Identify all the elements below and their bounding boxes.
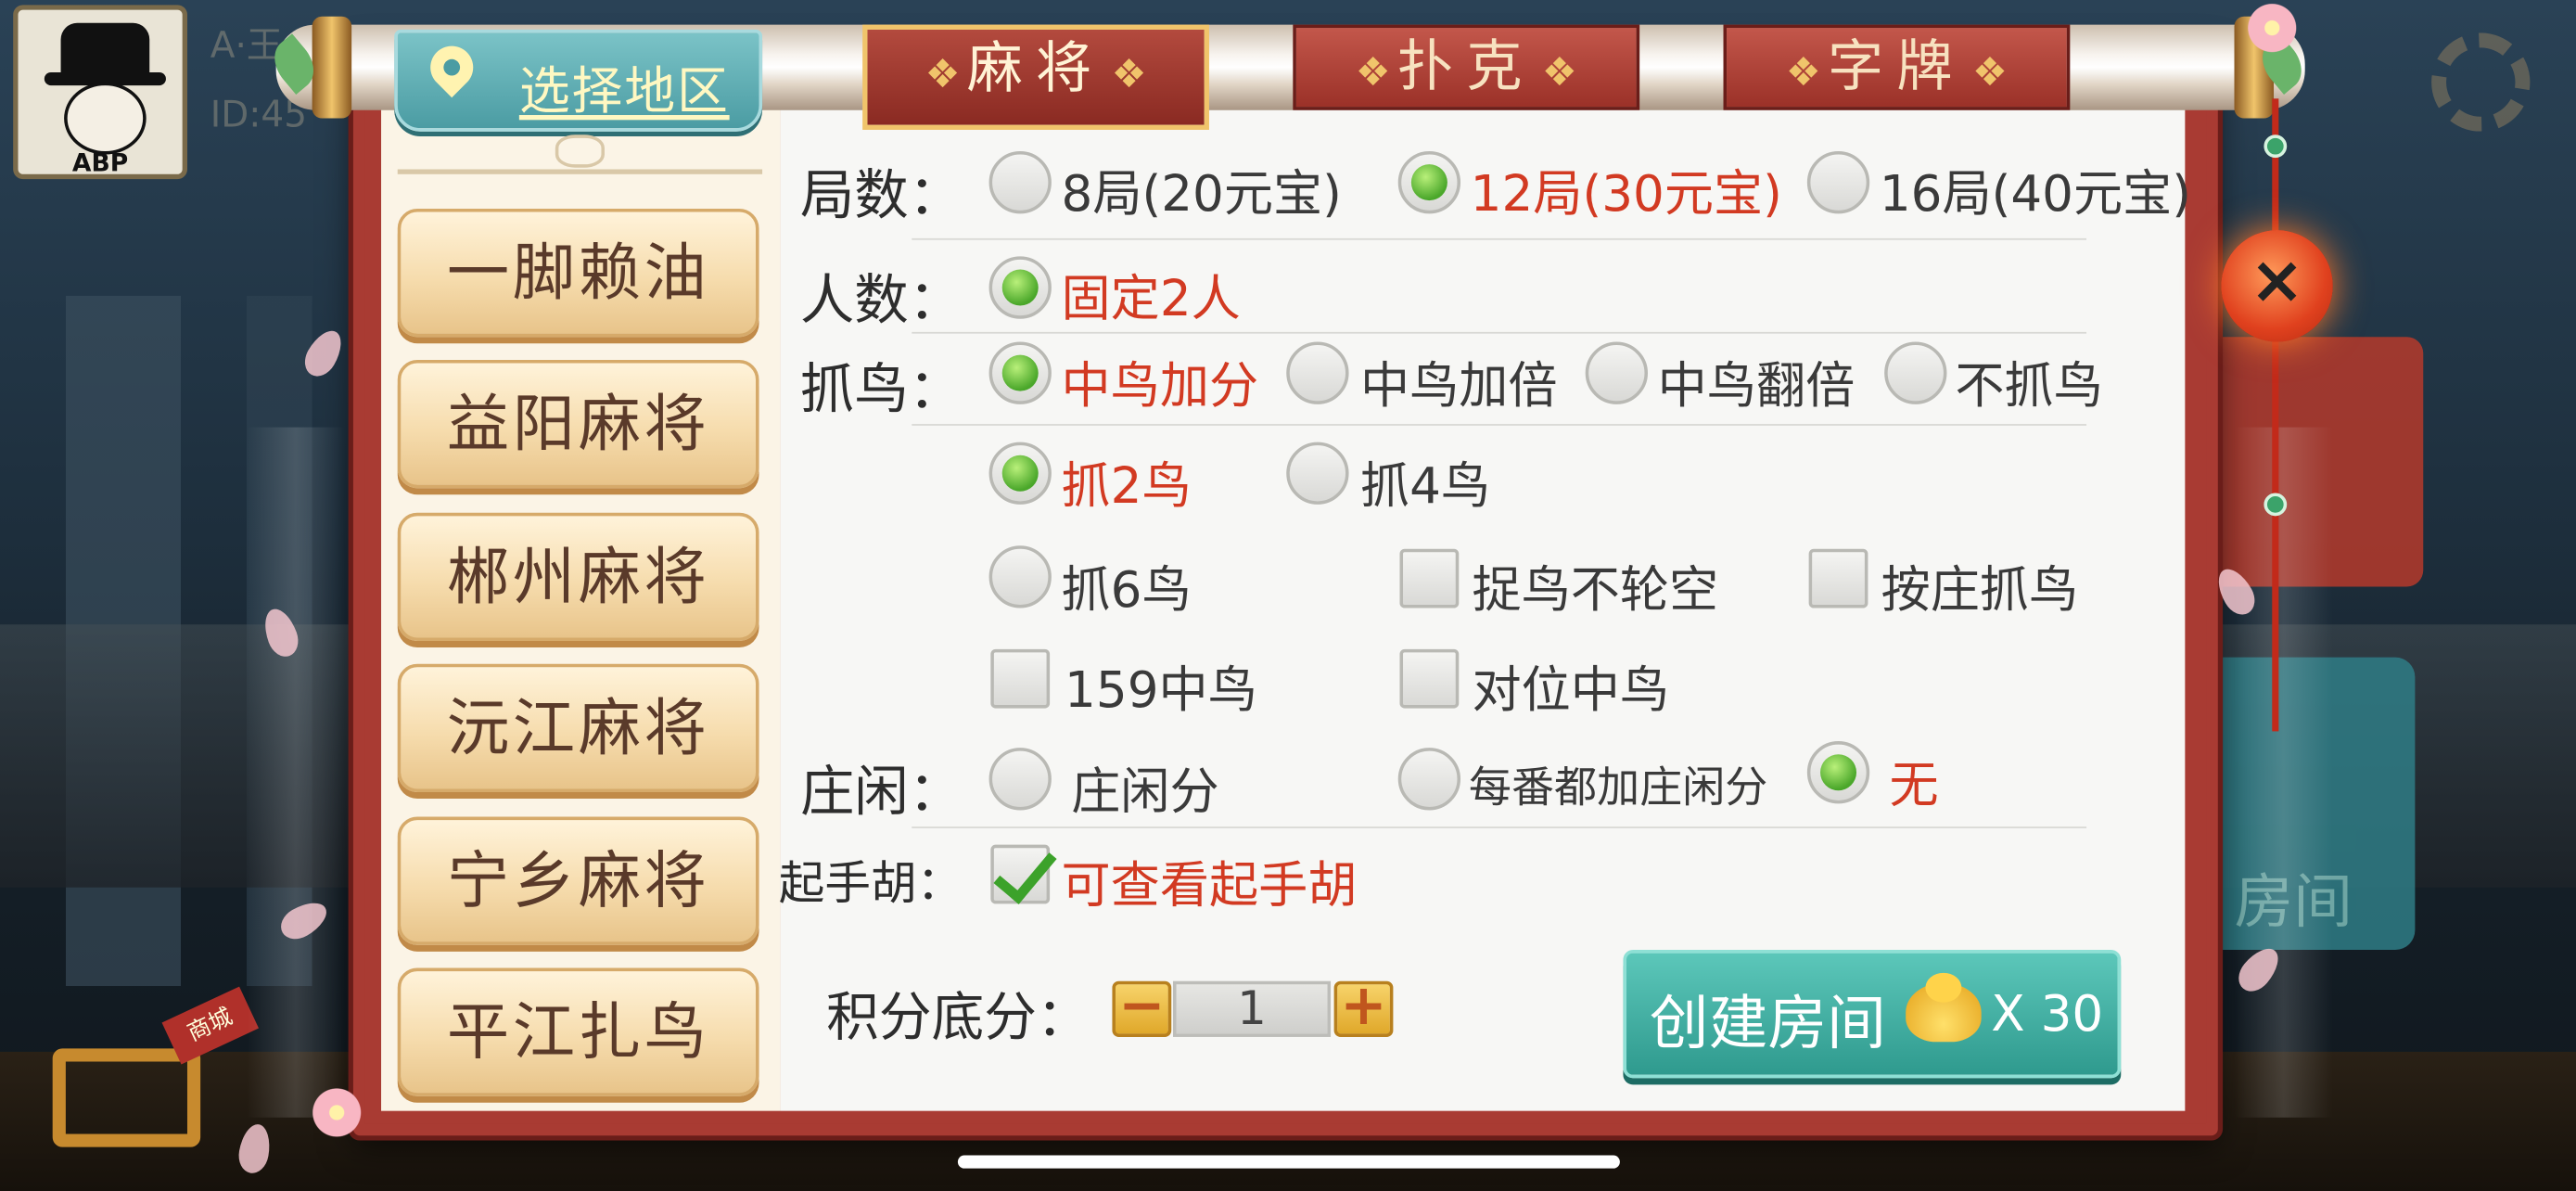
create-room-cost: X 30 — [1991, 986, 2104, 1044]
bird-flip-double-label[interactable]: 中鸟翻倍 — [1658, 345, 1855, 417]
user-name: A·王 — [210, 26, 283, 68]
game-item-pingjiang[interactable]: 平江扎鸟 — [397, 967, 759, 1096]
bead-icon — [2264, 134, 2288, 159]
catch-2-radio[interactable] — [988, 442, 1052, 505]
ribbon-bow-icon — [555, 134, 605, 168]
rod-cap-left — [312, 16, 352, 119]
game-lobby: ABP A·王 ID:45 房间 商城 选择地区 ❖麻将❖ ❖扑克❖ ❖字牌❖ … — [0, 0, 2576, 1191]
create-room-label: 创建房间 — [1649, 991, 1886, 1058]
rounds-8-radio[interactable] — [988, 150, 1052, 214]
location-pin-icon — [421, 37, 482, 98]
select-region-label: 选择地区 — [518, 62, 730, 122]
base-score-value[interactable]: 1 — [1172, 980, 1332, 1037]
catch-6-radio[interactable] — [988, 545, 1052, 608]
ingot-icon — [1906, 972, 1982, 1043]
avatar-label: ABP — [71, 147, 129, 178]
flower-icon — [2244, 0, 2301, 57]
tab-poker[interactable]: ❖ 扑克 ❖ — [1293, 24, 1640, 110]
no-bird-radio[interactable] — [1884, 341, 1947, 404]
players-2-label[interactable]: 固定2人 — [1062, 258, 1241, 330]
avatar[interactable]: ABP — [13, 5, 187, 180]
opposite-bird-checkbox[interactable] — [1399, 648, 1460, 709]
veil-right — [2234, 427, 2333, 1118]
create-room-button[interactable]: 创建房间 X 30 — [1623, 950, 2122, 1079]
tab-poker-label: 扑克 — [1396, 34, 1536, 101]
rounds-label: 局数： — [799, 162, 963, 227]
game-item-yuanjiang[interactable]: 沅江麻将 — [397, 663, 759, 792]
rounds-8-label[interactable]: 8局(20元宝) — [1062, 153, 1342, 225]
banker-every-fan-label[interactable]: 每番都加庄闲分 — [1469, 754, 1767, 815]
divider — [912, 331, 2087, 334]
ornament-icon: ❖ — [925, 50, 961, 97]
rounds-12-label[interactable]: 12局(30元宝) — [1471, 153, 1782, 225]
divider — [912, 826, 2087, 828]
ribbon-divider — [397, 132, 763, 174]
banker-score-label[interactable]: 庄闲分 — [1071, 751, 1218, 824]
divider — [912, 424, 2087, 426]
close-button[interactable]: × — [2221, 230, 2333, 342]
bird-159-label[interactable]: 159中鸟 — [1065, 649, 1257, 722]
bird-double-label[interactable]: 中鸟加倍 — [1360, 345, 1558, 417]
banker-score-radio[interactable] — [988, 748, 1052, 811]
ornament-icon: ❖ — [1971, 49, 2009, 96]
players-2-radio[interactable] — [988, 256, 1052, 319]
lantern-tassel — [2272, 98, 2279, 732]
catch-bird-label: 抓鸟： — [799, 356, 963, 421]
tab-mahjong[interactable]: ❖ 麻将 ❖ — [862, 24, 1209, 130]
start-hu-label: 起手胡： — [778, 856, 963, 911]
ornament-icon: ❖ — [1541, 49, 1577, 96]
veil-left — [246, 427, 346, 1118]
banker-bird-checkbox[interactable] — [1808, 548, 1868, 608]
base-score-label: 积分底分： — [826, 986, 1090, 1049]
bird-159-checkbox[interactable] — [990, 648, 1051, 709]
face-icon — [64, 82, 147, 155]
no-bird-label[interactable]: 不抓鸟 — [1955, 345, 2102, 417]
tab-zipai-label: 字牌 — [1828, 34, 1966, 101]
banker-none-label[interactable]: 无 — [1889, 745, 1938, 817]
bird-double-radio[interactable] — [1286, 341, 1349, 404]
bead-icon — [2264, 493, 2288, 517]
no-empty-bird-checkbox[interactable] — [1399, 548, 1460, 608]
home-indicator[interactable] — [957, 1155, 1620, 1169]
start-hu-option-label[interactable]: 可查看起手胡 — [1062, 845, 1358, 917]
rounds-16-radio[interactable] — [1806, 150, 1870, 214]
catch-4-label[interactable]: 抓4鸟 — [1360, 445, 1490, 518]
divider — [912, 237, 2087, 240]
catch-6-label[interactable]: 抓6鸟 — [1062, 549, 1192, 621]
game-item-yijiaolaiyou[interactable]: 一脚赖油 — [397, 209, 759, 338]
cart-body — [52, 1048, 201, 1147]
rounds-12-radio[interactable] — [1397, 150, 1461, 214]
tab-mahjong-label: 麻将 — [966, 35, 1105, 102]
gear-icon[interactable] — [2431, 32, 2531, 132]
rounds-16-label[interactable]: 16局(40元宝) — [1880, 153, 2191, 225]
game-item-ningxiang[interactable]: 宁乡麻将 — [397, 816, 759, 945]
bird-flip-double-radio[interactable] — [1585, 341, 1649, 404]
tab-zipai[interactable]: ❖ 字牌 ❖ — [1723, 24, 2071, 110]
ornament-icon: ❖ — [1355, 49, 1391, 96]
opposite-bird-label[interactable]: 对位中鸟 — [1472, 649, 1669, 722]
ornament-icon: ❖ — [1111, 50, 1147, 97]
banker-bird-label[interactable]: 按庄抓鸟 — [1881, 549, 2079, 621]
select-region-button[interactable]: 选择地区 — [394, 29, 763, 132]
bird-add-score-label[interactable]: 中鸟加分 — [1062, 345, 1259, 417]
start-hu-checkbox[interactable] — [990, 844, 1051, 904]
game-item-chenzhou[interactable]: 郴州麻将 — [397, 512, 759, 641]
close-icon: × — [2249, 243, 2305, 319]
catch-2-label[interactable]: 抓2鸟 — [1062, 445, 1192, 518]
minus-button[interactable]: − — [1112, 978, 1172, 1037]
players-label: 人数： — [799, 267, 963, 332]
banker-every-fan-radio[interactable] — [1397, 748, 1461, 811]
banker-none-radio[interactable] — [1806, 741, 1870, 804]
plus-button[interactable]: + — [1333, 978, 1394, 1037]
hat-icon — [60, 22, 150, 80]
ornament-icon: ❖ — [1785, 49, 1821, 96]
catch-4-radio[interactable] — [1286, 442, 1349, 505]
bird-add-score-radio[interactable] — [988, 341, 1052, 404]
no-empty-bird-label[interactable]: 捉鸟不轮空 — [1472, 549, 1718, 621]
banker-label: 庄闲： — [799, 759, 963, 824]
flower-icon — [309, 1084, 365, 1141]
game-item-yiyang[interactable]: 益阳麻将 — [397, 360, 759, 489]
shop-cart-icon[interactable]: 商城 — [32, 986, 260, 1167]
